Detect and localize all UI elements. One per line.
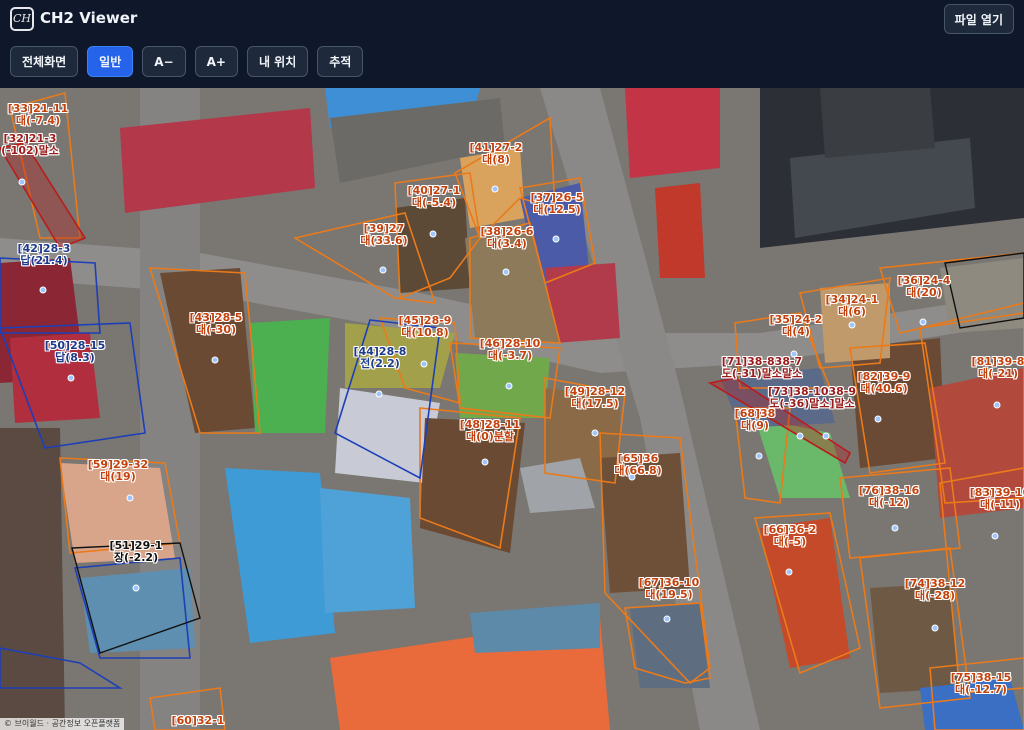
parcel-label-line2: (-102)말소 xyxy=(1,144,59,157)
top-bar: CH CH2 Viewer 파일 열기 전체화면 일반 A− A+ 내 위치 추… xyxy=(0,0,1024,88)
track-button[interactable]: 추적 xyxy=(317,46,364,77)
parcel-label-66[interactable]: [66]36-2 대(-5) xyxy=(764,524,817,548)
parcel-label-line2: 대(-11) xyxy=(979,498,1021,511)
parcel-label-49[interactable]: [49]28-12 대(17.5) xyxy=(565,386,626,410)
parcel-label-35[interactable]: [35]24-2 대(4) xyxy=(770,314,823,338)
parcel-label-line2: 대(33.6) xyxy=(360,234,408,247)
parcel-label-line2: 대(-28) xyxy=(914,589,956,602)
parcel-label-37[interactable]: [37]26-5 대(12.5) xyxy=(531,192,584,216)
parcel-label-line2: 대(9) xyxy=(741,419,769,432)
parcel-label-line2: 전(2.2) xyxy=(360,357,400,370)
parcel-label-line2: 대(66.8) xyxy=(614,464,662,477)
parcel-label-75[interactable]: [75]38-15 대(-12.7) xyxy=(951,672,1012,696)
parcel-label-82[interactable]: [82]39-9 대(40.6) xyxy=(858,371,911,395)
parcel-label-line2: 대(4) xyxy=(782,325,810,338)
parcel-label-73[interactable]: [73]38-1038-9 도(-36)말소]말소 xyxy=(768,386,856,410)
parcel-label-59[interactable]: [59]29-32 대(19) xyxy=(88,459,149,483)
parcel-label-33[interactable]: [33]21-11 대(-7.4) xyxy=(8,103,69,127)
my-location-button[interactable]: 내 위치 xyxy=(246,46,309,77)
parcel-label-60[interactable]: [60]32-1 xyxy=(172,715,225,727)
parcel-label-line2: 대(-3.7) xyxy=(487,349,533,362)
parcel-label-line2: 대(-5) xyxy=(773,535,807,548)
app-title: CH2 Viewer xyxy=(40,9,138,27)
parcel-label-line2: 대(10.8) xyxy=(401,326,449,339)
map-view[interactable]: [33]21-11 대(-7.4) [32]21-3 (-102)말소 [41]27… xyxy=(0,88,1024,730)
parcel-label-line2: 답(8.3) xyxy=(55,351,95,364)
app-window: CH CH2 Viewer 파일 열기 전체화면 일반 A− A+ 내 위치 추… xyxy=(0,0,1024,730)
map-attribution: © 브이월드 · 공간정보 오픈플랫폼 xyxy=(0,718,125,730)
parcel-label-51[interactable]: [51]29-1 장(-2.2) xyxy=(110,540,163,564)
parcel-label-line2: 대(-5.4) xyxy=(411,196,457,209)
parcel-label-line2: 대(12.5) xyxy=(533,203,581,216)
parcel-label-42[interactable]: [42]28-3 답(21.4) xyxy=(18,243,71,267)
parcel-label-71[interactable]: [71]38-838-7 도(-31)말소말소 xyxy=(722,356,803,380)
parcel-label-line2: 장(-2.2) xyxy=(113,551,159,564)
parcel-label-67[interactable]: [67]36-10 대(19.5) xyxy=(639,577,700,601)
parcel-label-line2: 대(-12.7) xyxy=(955,683,1007,696)
parcel-label-83[interactable]: [83]39-10대(-11) xyxy=(970,487,1024,511)
parcel-label-41[interactable]: [41]27-2 대(8) xyxy=(470,142,523,166)
parcel-label-line2: 대(-12) xyxy=(868,496,910,509)
parcel-label-39[interactable]: [39]27 대(33.6) xyxy=(360,223,407,247)
parcel-label-line2: 대(3.4) xyxy=(487,237,527,250)
parcel-label-line2: 답(21.4) xyxy=(20,254,68,267)
fullscreen-button[interactable]: 전체화면 xyxy=(10,46,79,77)
parcel-label-40[interactable]: [40]27-1 대(-5.4) xyxy=(408,185,461,209)
font-decrease-button[interactable]: A− xyxy=(142,46,186,77)
parcel-label-line2: 대(40.6) xyxy=(860,382,908,395)
parcel-label-line2: 대(-30) xyxy=(195,323,237,336)
parcel-label-81[interactable]: [81]39-8 대(-21) xyxy=(972,356,1024,380)
parcel-label-43[interactable]: [43]28-5 대(-30) xyxy=(190,312,243,336)
aerial-imagery xyxy=(0,88,1024,730)
parcel-label-45[interactable]: [45]28-9 대(10.8) xyxy=(399,315,452,339)
parcel-label-38[interactable]: [38]26-6 대(3.4) xyxy=(481,226,534,250)
parcel-label-line2: 대(17.5) xyxy=(571,397,619,410)
parcel-label-line2: 대(8) xyxy=(482,153,510,166)
parcel-label-line2: 대(-21) xyxy=(977,367,1019,380)
parcel-label-34[interactable]: [34]24-1 대(6) xyxy=(826,294,879,318)
parcel-label-46[interactable]: [46]28-10 대(-3.7) xyxy=(480,338,541,362)
parcel-label-50[interactable]: [50]28-15 답(8.3) xyxy=(45,340,106,364)
font-increase-button[interactable]: A+ xyxy=(194,46,238,77)
parcel-label-65[interactable]: [65]36 대(66.8) xyxy=(614,453,661,477)
parcel-label-line2: 대(6) xyxy=(838,305,866,318)
parcel-label-line2: 대(19) xyxy=(100,470,136,483)
parcel-label-line1: [60]32-1 xyxy=(171,714,225,727)
parcel-label-68[interactable]: [68]38 대(9) xyxy=(735,408,776,432)
parcel-label-line2: 대(19.5) xyxy=(645,588,693,601)
parcel-label-76[interactable]: [76]38-16 대(-12) xyxy=(859,485,920,509)
parcel-label-44[interactable]: [44]28-8 전(2.2) xyxy=(354,346,407,370)
parcel-label-line2: 대(20) xyxy=(906,286,942,299)
parcel-label-line2: 대(0)분할 xyxy=(465,430,515,443)
parcel-label-36[interactable]: [36]24-4 대(20) xyxy=(898,275,951,299)
parcel-label-74[interactable]: [74]38-12 대(-28) xyxy=(905,578,966,602)
parcel-label-line2: 도(-31)말소말소 xyxy=(721,367,803,380)
app-logo-icon: CH xyxy=(10,7,34,31)
open-file-button[interactable]: 파일 열기 xyxy=(943,4,1014,34)
parcel-label-48[interactable]: [48]28-11 대(0)분할 xyxy=(460,419,521,443)
parcel-label-32[interactable]: [32]21-3 (-102)말소 xyxy=(1,133,59,157)
toolbar: 전체화면 일반 A− A+ 내 위치 추적 xyxy=(10,46,364,77)
parcel-label-line2: 대(-7.4) xyxy=(15,114,61,127)
normal-view-button[interactable]: 일반 xyxy=(87,46,134,77)
parcel-label-line2: 도(-36)말소]말소 xyxy=(769,397,855,410)
